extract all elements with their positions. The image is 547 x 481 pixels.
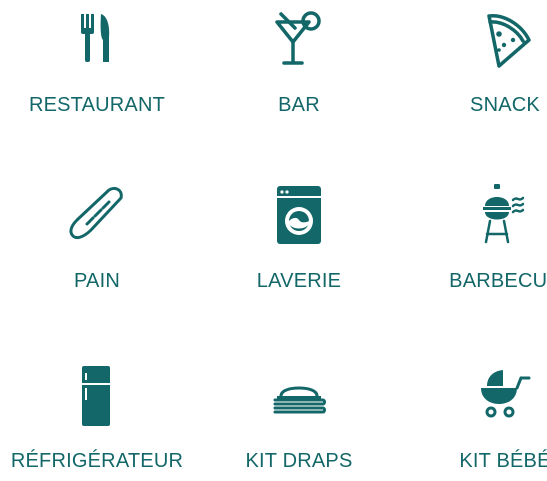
service-label: RESTAURANT [28,94,166,116]
fork-knife-icon [65,8,129,72]
folded-sheets-icon [267,364,331,428]
service-label: KIT DRAPS [245,450,353,472]
service-label: BARBECUE [449,270,547,292]
service-label: LAVERIE [256,270,342,292]
pizza-slice-icon [473,8,537,72]
baby-stroller-icon [473,364,537,428]
service-label: RÉFRIGÉRATEUR [10,450,184,472]
service-label: SNACK [470,94,540,116]
refrigerator-icon [65,364,129,428]
cocktail-glass-icon [267,8,331,72]
service-label: BAR [278,94,320,116]
services-grid: RESTAURANT BAR SNACK PAIN LAVERIE BARBEC… [0,0,547,481]
service-label: PAIN [74,270,120,292]
washing-machine-icon [267,184,331,248]
barbecue-grill-icon [473,184,537,248]
service-label: KIT BÉBÉ [459,450,547,472]
baguette-icon [65,184,129,248]
